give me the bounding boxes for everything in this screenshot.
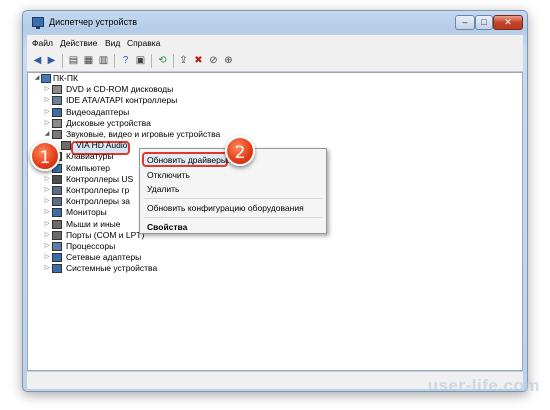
menu-action[interactable]: Действие: [60, 38, 97, 48]
minimize-button[interactable]: –: [455, 15, 475, 30]
dvd-drive-icon: [52, 85, 62, 95]
collapse-arrow-icon[interactable]: ◢: [44, 129, 50, 140]
tree-item-label: Мыши и иные: [66, 218, 121, 229]
title-bar[interactable]: Диспетчер устройств – □ ✕: [23, 11, 527, 35]
tree-item-label: Компьютер: [66, 162, 110, 173]
device-manager-icon: [32, 17, 44, 29]
monitor-icon: [52, 208, 62, 218]
sound-device-icon: [52, 130, 62, 139]
tree-item-label: Мониторы: [66, 207, 107, 218]
menu-view[interactable]: Вид: [105, 38, 120, 48]
window-title: Диспетчер устройств: [49, 17, 137, 27]
expand-arrow-icon[interactable]: ▷: [44, 196, 50, 207]
expand-arrow-icon[interactable]: ▷: [44, 174, 50, 185]
back-icon[interactable]: ◀: [31, 54, 44, 67]
tree-root-label: ПК-ПК: [53, 73, 78, 83]
tree-item-label: Порты (COM и LPT): [66, 229, 145, 240]
update-drivers-item[interactable]: Обновить драйверы...: [147, 155, 234, 165]
expand-arrow-icon[interactable]: ▷: [44, 185, 50, 196]
tree-item-label: Сетевые адаптеры: [66, 252, 142, 263]
watermark: user-life.com: [427, 376, 540, 395]
update-driver-icon[interactable]: ⇪: [177, 54, 190, 67]
computer-icon: [41, 74, 51, 83]
menu-separator: [144, 217, 322, 218]
tree-item-label: VIA HD Audio: [76, 140, 128, 151]
close-button[interactable]: ✕: [493, 15, 523, 30]
step-badge-1: 1: [30, 141, 60, 171]
forward-icon[interactable]: ▶: [45, 54, 58, 67]
tree-item-label: Дисковые устройства: [66, 117, 151, 128]
delete-item[interactable]: Удалить: [147, 184, 179, 194]
step-badge-2: 2: [225, 136, 255, 166]
usb-controller-icon: [52, 174, 62, 184]
device-view-icon[interactable]: ▣: [134, 54, 147, 67]
toolbar-separator: [173, 54, 174, 68]
tree-item-label: Контроллеры за: [66, 196, 131, 207]
network-adapter-icon: [52, 253, 62, 263]
collapse-arrow-icon[interactable]: ◢: [34, 73, 40, 84]
menu-help[interactable]: Справка: [127, 38, 160, 48]
expand-arrow-icon[interactable]: ▷: [44, 219, 50, 230]
tree-item-label: Контроллеры гр: [66, 185, 130, 195]
expand-arrow-icon[interactable]: ▷: [44, 95, 50, 106]
processor-icon: [52, 242, 62, 251]
expand-arrow-icon[interactable]: ▷: [44, 118, 50, 129]
expand-arrow-icon[interactable]: ▷: [44, 84, 50, 95]
port-icon: [52, 230, 62, 240]
disable-item[interactable]: Отключить: [147, 170, 190, 180]
show-hide-tree-icon[interactable]: ▤: [67, 54, 80, 67]
menu-bar: Файл Действие Вид Справка: [27, 35, 523, 51]
expand-arrow-icon[interactable]: ▷: [44, 107, 50, 118]
help-icon[interactable]: ?: [119, 54, 132, 67]
scan-hardware-icon[interactable]: ⟲: [156, 54, 169, 67]
tree-item-label: IDE ATA/ATAPI контроллеры: [66, 95, 178, 106]
scan-hardware-item[interactable]: Обновить конфигурацию оборудования: [147, 203, 304, 213]
enable-device-icon[interactable]: ⊕: [222, 54, 235, 67]
tree-item-label: DVD и CD-ROM дисководы: [66, 84, 174, 95]
expand-arrow-icon[interactable]: ▷: [44, 241, 50, 252]
storage-controller-icon: [52, 186, 62, 195]
menu-separator: [144, 198, 322, 199]
system-device-icon: [52, 264, 62, 274]
tree-item-label: Клавиатуры: [66, 151, 114, 162]
menu-file[interactable]: Файл: [32, 38, 53, 48]
mouse-icon: [52, 219, 62, 229]
toolbar-separator: [62, 54, 63, 68]
expand-arrow-icon[interactable]: ▷: [44, 263, 50, 274]
tree-item-label: Контроллеры US: [66, 173, 134, 184]
tree-item-label: Системные устройства: [66, 263, 158, 274]
properties-item[interactable]: Свойства: [147, 222, 187, 232]
tree-item-label: Видеоадаптеры: [66, 106, 130, 117]
toolbar-separator: [114, 54, 115, 68]
expand-arrow-icon[interactable]: ▷: [44, 252, 50, 263]
disable-device-icon[interactable]: ⊘: [207, 54, 220, 67]
maximize-button[interactable]: □: [475, 15, 493, 30]
expand-arrow-icon[interactable]: ▷: [44, 230, 50, 241]
uninstall-icon[interactable]: ✖: [192, 54, 205, 67]
tree-item-label: Звуковые, видео и игровые устройства: [66, 129, 221, 139]
storage-controller-icon: [52, 197, 62, 207]
expand-arrow-icon[interactable]: ▷: [44, 207, 50, 218]
properties-icon[interactable]: ▦: [82, 54, 95, 67]
display-adapter-icon: [52, 107, 62, 117]
ide-controller-icon: [52, 96, 62, 106]
disk-drive-icon: [52, 118, 62, 128]
speaker-icon: [61, 141, 71, 151]
list-icon[interactable]: ▥: [97, 54, 110, 67]
tree-item-label: Процессоры: [66, 241, 116, 251]
toolbar: ◀ ▶ ▤ ▦ ▥ ? ▣ ⟲ ⇪ ✖ ⊘ ⊕: [27, 51, 523, 72]
toolbar-separator: [151, 54, 152, 68]
